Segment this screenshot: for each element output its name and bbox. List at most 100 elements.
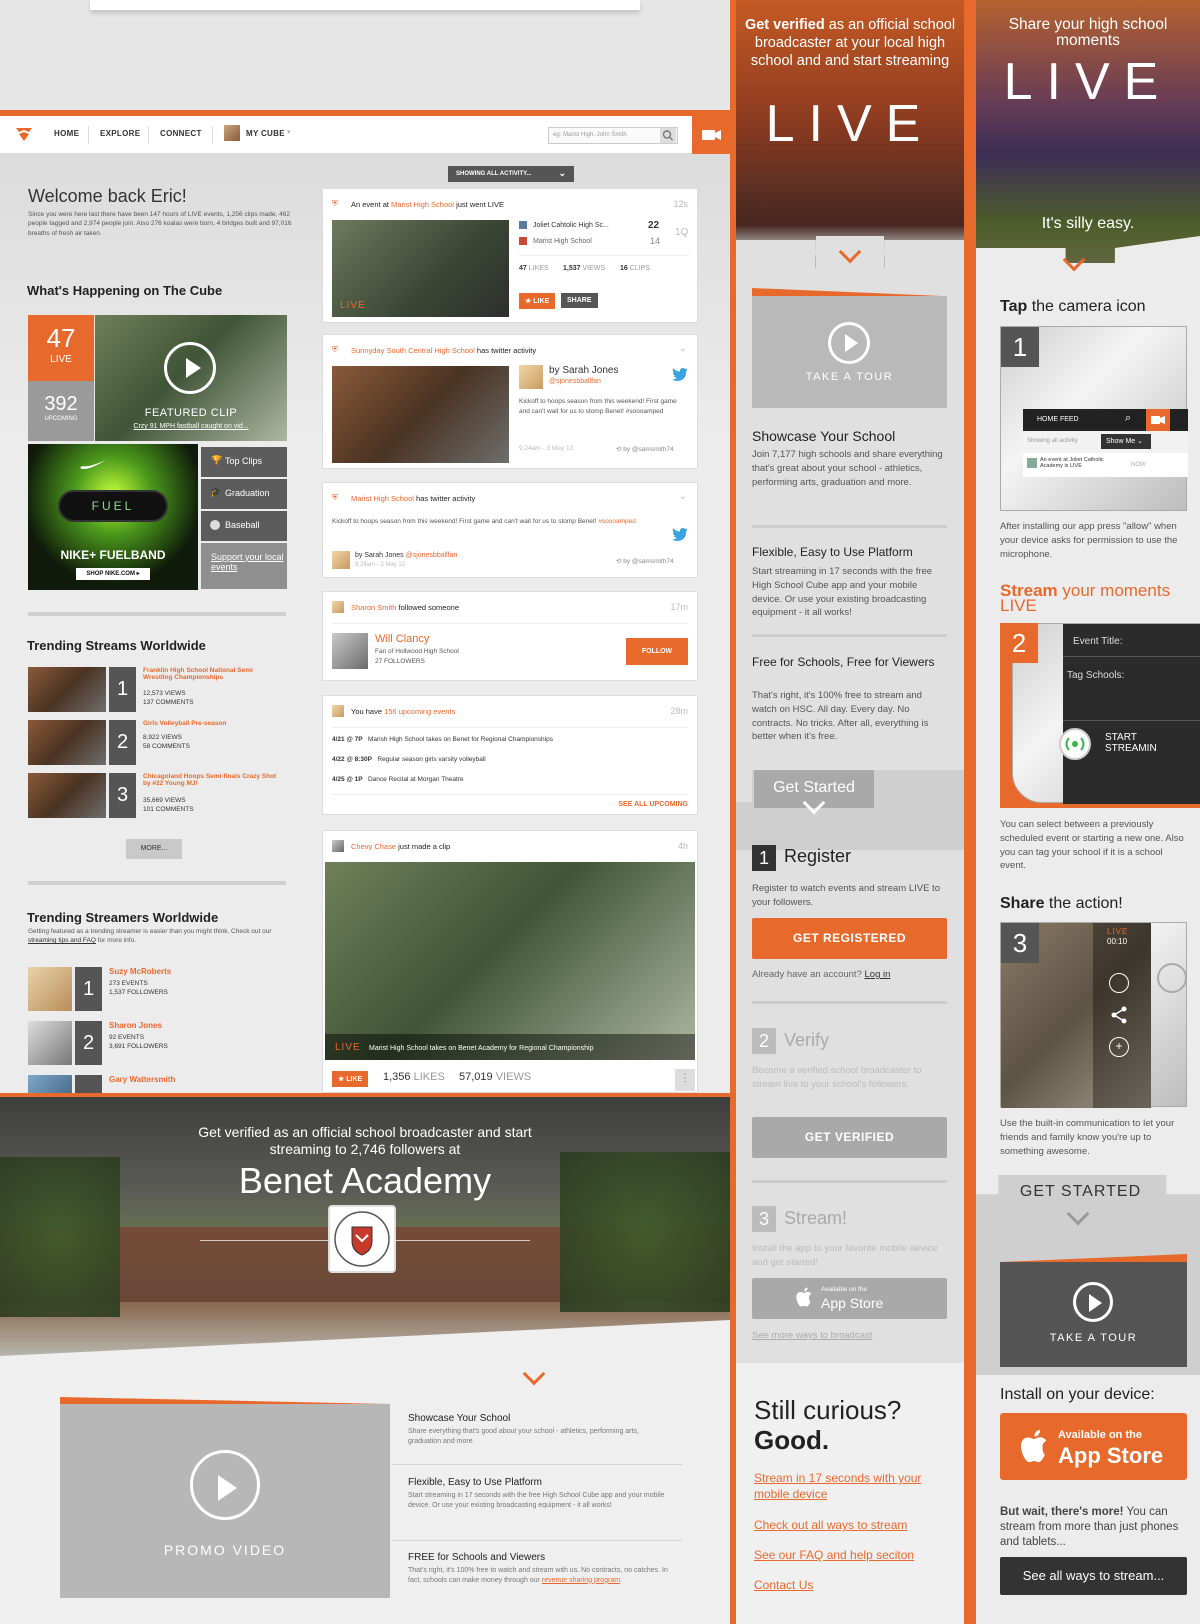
play-icon[interactable] <box>1073 1282 1113 1322</box>
get-verified-button[interactable]: GET VERIFIED <box>752 1117 947 1158</box>
side-link-graduation[interactable]: 🎓 Graduation <box>201 479 287 509</box>
live-count-tile[interactable]: 47 LIVE <box>28 315 94 381</box>
streamer-name-1[interactable]: Suzy McRoberts <box>109 967 171 976</box>
video-thumb[interactable] <box>332 366 509 463</box>
see-all-upcoming-link[interactable]: SEE ALL UPCOMING <box>618 801 688 808</box>
ad-fuel: FUEL <box>58 490 168 522</box>
upcoming-count-tile[interactable]: 392 UPCOMING <box>28 381 94 441</box>
school-link[interactable]: Marist High School <box>351 494 414 503</box>
scroll-tab[interactable] <box>498 1356 570 1398</box>
ad-shop-button[interactable]: SHOP NIKE.COM ▸ <box>76 568 150 580</box>
upcoming-event[interactable]: 4/22 @ 8:30P Regular season girls varsit… <box>332 756 486 763</box>
promo-video[interactable]: PROMO VIDEO <box>60 1404 390 1598</box>
tour-label: TAKE A TOUR <box>805 371 894 383</box>
tour-video[interactable]: TAKE A TOUR <box>752 296 947 408</box>
nav-explore[interactable]: EXPLORE <box>100 129 140 138</box>
tour-video[interactable]: TAKE A TOUR <box>1000 1262 1187 1367</box>
divider <box>332 727 688 728</box>
streaming-tips-link[interactable]: streaming tips and FAQ <box>28 937 96 944</box>
followed-user-name[interactable]: Will Clancy <box>375 633 429 645</box>
get-registered-button[interactable]: GET REGISTERED <box>752 918 947 959</box>
avatar[interactable] <box>224 125 240 141</box>
follow-button[interactable]: FOLLOW <box>626 638 688 665</box>
play-icon[interactable] <box>190 1450 260 1520</box>
activity-filter[interactable]: SHOWING ALL ACTIVITY... ⌄ <box>448 166 574 182</box>
trending-title-2[interactable]: Girls Volleyball Pre-season <box>143 720 283 727</box>
avatar[interactable] <box>332 840 344 852</box>
search-input[interactable]: eg: Marist High, John Smith <box>548 127 678 144</box>
trending-title-3[interactable]: Chicagoland Hoops Semi-finals Crazy Shot… <box>143 773 283 787</box>
avatar[interactable] <box>28 1021 72 1065</box>
hashtag-link[interactable]: #soooamped <box>598 518 636 525</box>
scroll-tab[interactable] <box>816 236 884 278</box>
chevron-down-icon[interactable] <box>1066 1202 1090 1226</box>
faq-link[interactable]: See our FAQ and help seciton <box>754 1547 914 1563</box>
more-options-icon[interactable]: ⋮ <box>675 1069 695 1091</box>
avatar[interactable] <box>519 365 543 389</box>
tweet-handle[interactable]: @sjonesbballfan <box>406 552 458 559</box>
featured-caption[interactable]: Crzy 91 MPH fastball caught on vid... <box>95 423 287 430</box>
phone-show-me: Show Me ⌄ <box>1101 434 1151 449</box>
nav-my-cube[interactable]: MY CUBE <box>246 129 285 138</box>
play-icon[interactable] <box>164 342 216 394</box>
all-ways-link[interactable]: Check out all ways to stream <box>754 1517 907 1533</box>
avatar[interactable] <box>28 1075 72 1093</box>
app-store-button[interactable]: Available on the App Store <box>1000 1413 1187 1480</box>
search-icon[interactable] <box>660 128 676 143</box>
nav-home[interactable]: HOME <box>54 129 79 138</box>
side-link-baseball[interactable]: Baseball <box>201 511 287 541</box>
avatar[interactable] <box>332 601 344 613</box>
share-button[interactable]: SHARE <box>561 293 598 308</box>
featured-clip[interactable]: FEATURED CLIP Crzy 91 MPH fastball caugh… <box>95 315 287 441</box>
avatar[interactable] <box>332 633 368 669</box>
support-local-link[interactable]: Support your local events <box>201 543 287 589</box>
nav-connect[interactable]: CONNECT <box>160 129 202 138</box>
clip-video[interactable]: LIVE Marist High School takes on Benet A… <box>325 862 695 1060</box>
upcoming-event[interactable]: 4/21 @ 7P Marish High School takes on Be… <box>332 736 553 743</box>
camera-icon[interactable] <box>692 116 730 154</box>
school-link[interactable]: Marist High School <box>391 200 454 209</box>
trending-rank: 1 <box>109 667 136 712</box>
nike-ad[interactable]: FUEL NIKE+ FUELBAND SHOP NIKE.COM ▸ <box>28 444 198 590</box>
followed-user-followers: 27 FOLLOWERS <box>375 658 425 665</box>
retweet-text[interactable]: by @samsmith74 <box>623 446 673 453</box>
chevron-down-icon[interactable] <box>1062 248 1086 272</box>
side-link-top-clips[interactable]: 🏆 Top Clips <box>201 447 287 477</box>
streamer-followers-1: 1,537 FOLLOWERS <box>109 989 168 996</box>
phone-timer: 00:10 <box>1107 937 1128 946</box>
avatar[interactable] <box>332 705 344 717</box>
streamer-name-3[interactable]: Gary Wattersmith <box>109 1075 175 1084</box>
app-store-button[interactable]: Available on the App Store <box>752 1278 947 1319</box>
stream-17-link[interactable]: Stream in 17 seconds with your mobile de… <box>754 1470 944 1502</box>
revenue-sharing-link[interactable]: revenue sharing program <box>542 1577 620 1584</box>
trending-thumb[interactable] <box>28 720 106 765</box>
streamer-name-2[interactable]: Sharon Jones <box>109 1021 162 1030</box>
login-link[interactable]: Log in <box>865 969 891 980</box>
trending-thumb[interactable] <box>28 773 106 818</box>
upcoming-event[interactable]: 4/25 @ 1P Dance Recital at Morgan Theatr… <box>332 776 464 783</box>
tweet-date: 9:24am - 3 May 12 <box>355 562 406 568</box>
chevron-down-icon[interactable]: ⌄ <box>679 343 687 354</box>
logo-icon[interactable] <box>14 125 34 143</box>
chevron-down-icon[interactable] <box>802 791 826 815</box>
live-video-thumb[interactable]: LIVE <box>332 220 509 317</box>
tweet-handle[interactable]: @sjonesbballfan <box>549 378 601 385</box>
like-button[interactable]: ★ LIKE <box>519 293 556 309</box>
user-link[interactable]: Sharon Smith <box>351 603 396 612</box>
see-all-ways-button[interactable]: See all ways to stream... <box>1000 1557 1187 1595</box>
chevron-down-icon[interactable]: ▾ <box>287 128 291 136</box>
upcoming-link[interactable]: 156 upcoming events <box>384 707 455 716</box>
contact-link[interactable]: Contact Us <box>754 1577 813 1593</box>
avatar[interactable] <box>332 551 350 569</box>
avatar[interactable] <box>28 967 72 1011</box>
trending-thumb[interactable] <box>28 667 106 712</box>
retweet-text[interactable]: by @samsmith74 <box>623 558 673 565</box>
chevron-down-icon[interactable]: ⌄ <box>679 491 687 502</box>
play-icon[interactable] <box>828 322 870 364</box>
user-link[interactable]: Chevy Chase <box>351 842 396 851</box>
school-link[interactable]: Sunnyday South Central High School <box>351 346 475 355</box>
more-button[interactable]: MORE... <box>126 839 182 859</box>
trending-title-1[interactable]: Franklin High School National Semi Wrest… <box>143 667 283 681</box>
more-ways-link[interactable]: See more ways to broadcast <box>752 1330 872 1341</box>
like-button[interactable]: ★ LIKE <box>332 1071 369 1087</box>
